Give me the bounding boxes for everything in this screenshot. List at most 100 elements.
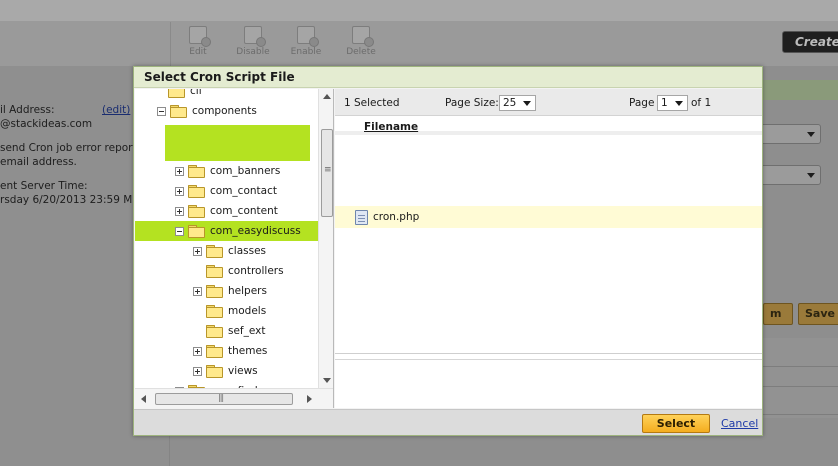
folder-icon bbox=[188, 164, 205, 178]
toolbar-divider bbox=[170, 22, 171, 66]
enable-toolbar-button[interactable]: Enable bbox=[281, 26, 331, 57]
edit-toolbar-label: Edit bbox=[189, 47, 207, 57]
scroll-right-icon[interactable] bbox=[307, 395, 312, 403]
expand-icon[interactable] bbox=[175, 166, 184, 176]
right-strip bbox=[763, 80, 838, 100]
tree-node-views[interactable]: views bbox=[193, 361, 258, 381]
folder-open-icon bbox=[170, 104, 187, 118]
page-size-select[interactable]: 25 bbox=[499, 95, 536, 111]
scroll-down-icon[interactable] bbox=[323, 378, 331, 383]
cancel-link[interactable]: Cancel bbox=[721, 417, 758, 430]
tree-node-themes[interactable]: themes bbox=[193, 341, 267, 361]
background-table bbox=[763, 338, 838, 418]
expand-icon[interactable] bbox=[175, 186, 184, 196]
collapse-icon[interactable] bbox=[157, 106, 166, 116]
email-label: il Address: bbox=[0, 104, 55, 116]
dialog-title: Select Cron Script File bbox=[134, 67, 762, 88]
expand-icon[interactable] bbox=[193, 346, 202, 356]
folder-icon bbox=[168, 89, 185, 98]
page-size-label: Page Size: bbox=[445, 97, 499, 109]
file-row-cron-php[interactable]: cron.php bbox=[335, 206, 762, 228]
tree-node-com-easydiscuss[interactable]: com_easydiscuss bbox=[135, 221, 318, 241]
page-total: of 1 bbox=[691, 97, 712, 109]
tree-node-sef-ext[interactable]: sef_ext bbox=[193, 321, 265, 341]
tree-node-label: cli bbox=[190, 89, 202, 97]
background-select-2[interactable] bbox=[763, 165, 821, 185]
filename-sort-link[interactable]: Filename bbox=[364, 121, 418, 133]
save-button[interactable]: Save bbox=[798, 303, 838, 325]
expand-icon[interactable] bbox=[193, 286, 202, 296]
tree-node-components[interactable]: components bbox=[157, 101, 257, 121]
folder-icon bbox=[188, 204, 205, 218]
toolbar: Edit Disable Enable Delete bbox=[0, 22, 838, 66]
file-list-panel: 1 Selected Page Size: 25 Page 1 of 1 Fil… bbox=[335, 89, 762, 408]
folder-tree-viewport: cli components com_banners com_contact c bbox=[135, 89, 318, 388]
cron-note-line2: email address. bbox=[0, 156, 77, 168]
tree-vertical-scrollbar[interactable] bbox=[318, 89, 333, 388]
collapse-icon[interactable] bbox=[175, 226, 184, 236]
server-time-label: ent Server Time: bbox=[0, 180, 88, 192]
tree-node-label: sef_ext bbox=[228, 325, 266, 337]
page-label: Page bbox=[629, 97, 655, 109]
expand-icon[interactable] bbox=[193, 366, 202, 376]
create-button[interactable]: Create bbox=[782, 31, 838, 53]
tree-node-label: helpers bbox=[228, 285, 267, 297]
file-list-toolbar: 1 Selected Page Size: 25 Page 1 of 1 bbox=[335, 89, 762, 116]
tree-node-classes[interactable]: classes bbox=[193, 241, 266, 261]
tree-node-label: themes bbox=[228, 345, 268, 357]
tree-node-helpers[interactable]: helpers bbox=[193, 281, 267, 301]
tree-node-com-banners[interactable]: com_banners bbox=[175, 161, 280, 181]
top-bar bbox=[0, 0, 838, 22]
file-name: cron.php bbox=[373, 211, 420, 223]
tree-node-cli[interactable]: cli bbox=[155, 89, 202, 101]
php-file-icon bbox=[355, 209, 368, 225]
table-row-line bbox=[763, 414, 838, 415]
folder-icon bbox=[206, 244, 223, 258]
disable-toolbar-button[interactable]: Disable bbox=[228, 26, 278, 57]
tree-node-label: com_content bbox=[210, 205, 278, 217]
edit-toolbar-button[interactable]: Edit bbox=[173, 26, 223, 57]
delete-toolbar-button[interactable]: Delete bbox=[336, 26, 386, 57]
edit-icon bbox=[189, 26, 211, 47]
tree-horizontal-scrollbar[interactable] bbox=[135, 388, 333, 408]
select-cron-file-dialog: Select Cron Script File cli components c… bbox=[133, 66, 763, 436]
enable-icon bbox=[297, 26, 319, 47]
tree-node-com-contact[interactable]: com_contact bbox=[175, 181, 277, 201]
delete-toolbar-label: Delete bbox=[346, 47, 376, 57]
folder-icon bbox=[206, 264, 223, 278]
tree-node-controllers[interactable]: controllers bbox=[193, 261, 284, 281]
horizontal-scroll-thumb[interactable] bbox=[155, 393, 293, 405]
file-list: cron.php bbox=[335, 139, 762, 354]
folder-icon bbox=[206, 304, 223, 318]
tree-node-label: components bbox=[192, 105, 257, 117]
select-button[interactable]: Select bbox=[642, 414, 710, 433]
background-button-1[interactable]: m bbox=[763, 303, 793, 325]
page-number-select[interactable]: 1 bbox=[657, 95, 688, 111]
enable-toolbar-label: Enable bbox=[290, 47, 322, 57]
delete-icon bbox=[352, 26, 374, 47]
edit-email-link[interactable]: (edit) bbox=[102, 104, 130, 116]
dialog-footer: Select Cancel bbox=[134, 409, 762, 435]
email-value: @stackideas.com bbox=[0, 118, 93, 130]
folder-icon bbox=[206, 344, 223, 358]
tree-node-models[interactable]: models bbox=[193, 301, 266, 321]
file-preview-area bbox=[335, 359, 762, 408]
background-select-1[interactable] bbox=[763, 124, 821, 144]
vertical-scroll-thumb[interactable] bbox=[321, 129, 333, 217]
folder-tree: cli components com_banners com_contact c bbox=[135, 89, 334, 408]
tree-node-com-finder[interactable]: com_finder bbox=[175, 381, 268, 388]
filename-column-header: Filename bbox=[335, 117, 762, 135]
folder-open-icon bbox=[188, 224, 205, 238]
folder-icon bbox=[206, 364, 223, 378]
tree-node-label: com_banners bbox=[210, 165, 281, 177]
disable-icon bbox=[244, 26, 266, 47]
scroll-left-icon[interactable] bbox=[141, 395, 146, 403]
expand-icon[interactable] bbox=[193, 246, 202, 256]
server-time-value: rsday 6/20/2013 23:59 MST bbox=[0, 194, 146, 206]
folder-icon bbox=[188, 184, 205, 198]
tree-node-label: controllers bbox=[228, 265, 284, 277]
expand-icon[interactable] bbox=[175, 206, 184, 216]
tree-node-label: classes bbox=[228, 245, 266, 257]
scroll-up-icon[interactable] bbox=[323, 94, 331, 99]
tree-node-com-content[interactable]: com_content bbox=[175, 201, 278, 221]
